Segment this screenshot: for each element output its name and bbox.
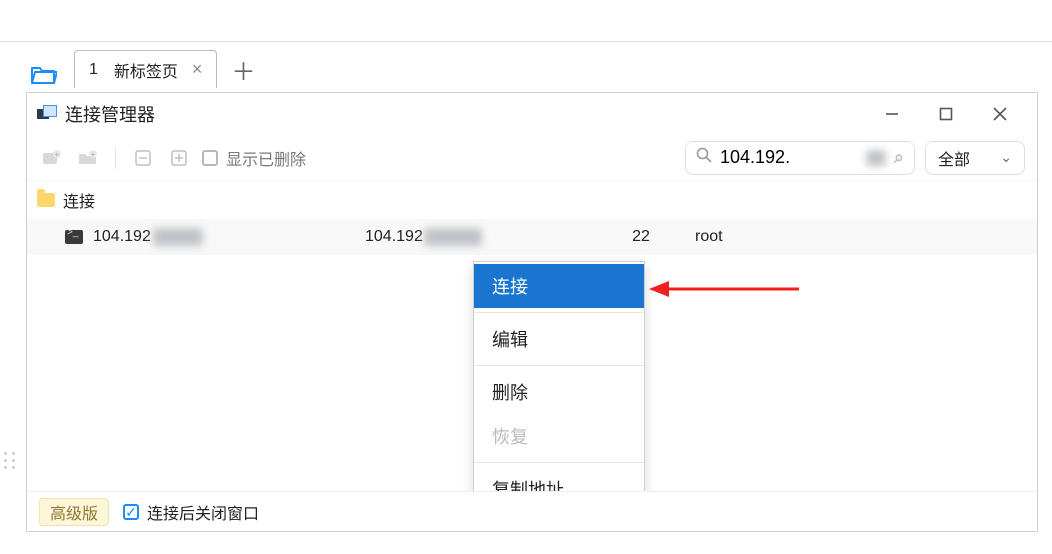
dialog-statusbar: 高级版 ✓ 连接后关闭窗口: [27, 491, 1037, 531]
ctx-copy-addr[interactable]: 复制地址: [474, 467, 644, 491]
ctx-connect-label: 连接: [492, 273, 528, 299]
ctx-restore: 恢复: [474, 414, 644, 458]
connection-name-cell: 104.192: [65, 228, 365, 246]
connection-row[interactable]: 104.192 104.192 22 root: [27, 219, 1037, 255]
redacted-text: [424, 228, 482, 246]
tab-number: 1: [89, 61, 98, 79]
outer-tab-strip: 1 新标签页 × ＋: [0, 42, 1052, 88]
collapse-all-icon[interactable]: [130, 145, 156, 171]
connection-user-cell: root: [695, 228, 855, 246]
new-connection-icon[interactable]: +: [39, 145, 65, 171]
app-top-strip: [0, 0, 1052, 42]
filter-dropdown[interactable]: 全部 ⌄: [925, 141, 1025, 175]
ctx-edit-label: 编辑: [492, 326, 528, 352]
ctx-edit[interactable]: 编辑: [474, 317, 644, 361]
checkbox-checked-icon: ✓: [123, 504, 139, 520]
dialog-toolbar: + + 显示已删除 ⌕ 全部 ⌄: [27, 135, 1037, 181]
close-tab-icon[interactable]: ×: [188, 59, 207, 80]
open-folder-icon[interactable]: [28, 60, 60, 88]
search-icon: [696, 147, 712, 168]
search-field[interactable]: ⌕: [685, 141, 915, 175]
search-input[interactable]: [718, 146, 866, 169]
show-deleted-checkbox[interactable]: 显示已删除: [202, 146, 306, 170]
ctx-copy-addr-label: 复制地址: [492, 476, 564, 491]
advanced-badge-label: 高级版: [50, 500, 98, 524]
tab-label: 新标签页: [114, 58, 178, 82]
app-icon: [37, 105, 55, 123]
toolbar-separator: [115, 147, 116, 169]
close-after-connect-label: 连接后关闭窗口: [147, 500, 259, 524]
show-deleted-label: 显示已删除: [226, 146, 306, 170]
search-clear-icon[interactable]: ⌕: [894, 147, 904, 168]
connection-name-prefix: 104.192: [93, 228, 151, 246]
tree-root-label: 连接: [63, 188, 95, 212]
advanced-badge[interactable]: 高级版: [39, 498, 109, 526]
filter-label: 全部: [938, 146, 970, 170]
ctx-separator: [474, 365, 644, 366]
minimize-button[interactable]: [865, 93, 919, 135]
tree-root-row[interactable]: 连接: [27, 181, 1037, 219]
ctx-restore-label: 恢复: [492, 423, 528, 449]
terminal-icon: [65, 230, 83, 244]
ctx-separator: [474, 462, 644, 463]
context-menu: 连接 编辑 删除 恢复 复制地址 路由追踪: [473, 261, 645, 491]
ctx-connect[interactable]: 连接: [474, 264, 644, 308]
dialog-titlebar: 连接管理器: [27, 93, 1037, 135]
ctx-delete[interactable]: 删除: [474, 370, 644, 414]
drag-handle-icon[interactable]: [4, 452, 16, 469]
close-after-connect-checkbox[interactable]: ✓ 连接后关闭窗口: [123, 500, 259, 524]
redacted-text: [866, 150, 886, 166]
close-dialog-button[interactable]: [973, 93, 1027, 135]
maximize-button[interactable]: [919, 93, 973, 135]
new-folder-icon[interactable]: +: [75, 145, 101, 171]
svg-text:+: +: [55, 150, 60, 159]
dialog-title: 连接管理器: [65, 101, 155, 127]
ctx-separator: [474, 312, 644, 313]
add-tab-button[interactable]: ＋: [225, 50, 261, 88]
connection-list-body: 连接 104.192 104.192 22 root 连接 编辑 删除 恢复 复…: [27, 181, 1037, 491]
connection-host-cell: 104.192: [365, 228, 587, 246]
ctx-delete-label: 删除: [492, 379, 528, 405]
connection-host-prefix: 104.192: [365, 228, 423, 245]
connection-manager-dialog: 连接管理器 + + 显示已删除: [26, 92, 1038, 532]
chevron-down-icon: ⌄: [1000, 149, 1012, 166]
outer-tab[interactable]: 1 新标签页 ×: [74, 50, 217, 88]
connection-port-cell: 22: [587, 228, 695, 246]
annotation-arrow-icon: [649, 277, 799, 301]
expand-all-icon[interactable]: [166, 145, 192, 171]
folder-icon: [37, 193, 55, 207]
svg-text:+: +: [91, 150, 96, 159]
redacted-text: [153, 228, 203, 246]
checkbox-box-icon: [202, 150, 218, 166]
